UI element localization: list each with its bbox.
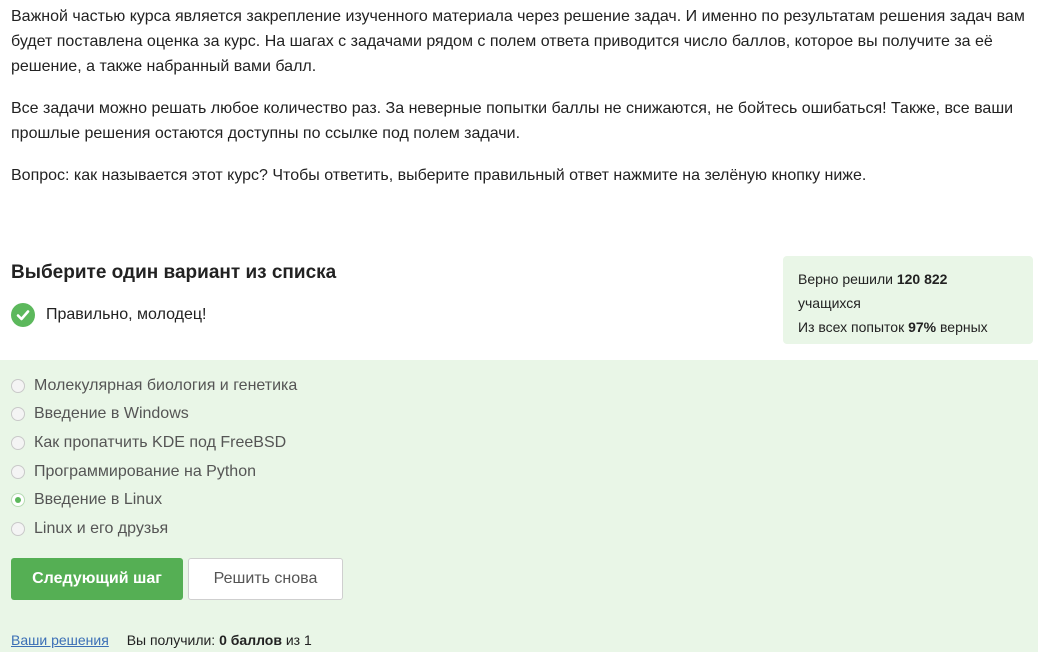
your-solutions-link[interactable]: Ваши решения bbox=[11, 632, 109, 648]
option-label: Программирование на Python bbox=[34, 463, 256, 480]
stats-solved: Верно решили 120 822 учащихся bbox=[798, 267, 1018, 315]
stats-attempts-prefix: Из всех попыток bbox=[798, 319, 905, 335]
option-label: Linux и его друзья bbox=[34, 520, 169, 537]
lesson-question: Вопрос: как называется этот курс? Чтобы … bbox=[11, 167, 867, 184]
radio-button[interactable] bbox=[11, 379, 25, 393]
option-label: Введение в Windows bbox=[34, 405, 189, 422]
radio-button[interactable] bbox=[11, 436, 25, 450]
next-step-button[interactable]: Следующий шаг bbox=[11, 558, 183, 600]
radio-button[interactable] bbox=[11, 465, 25, 479]
option-item[interactable]: Linux и его друзья bbox=[11, 520, 168, 538]
score-value: 0 баллов bbox=[219, 632, 282, 648]
radio-dot bbox=[15, 497, 21, 503]
result-message: Правильно, молодец! bbox=[11, 303, 206, 327]
lesson-paragraph: Все задачи можно решать любое количество… bbox=[11, 100, 1014, 142]
stats-attempts-percent: 97% bbox=[908, 319, 937, 335]
lesson-paragraph: Важной частью курса является закрепление… bbox=[11, 8, 1025, 75]
stats-box: Верно решили 120 822 учащихся Из всех по… bbox=[783, 256, 1033, 344]
check-circle-icon bbox=[11, 303, 35, 327]
radio-button[interactable] bbox=[11, 522, 25, 536]
option-label: Молекулярная биология и генетика bbox=[34, 377, 298, 394]
answer-panel: Молекулярная биология и генетика Введени… bbox=[0, 360, 1038, 652]
result-text: Правильно, молодец! bbox=[46, 306, 207, 323]
option-item-selected[interactable]: Введение в Linux bbox=[11, 491, 162, 509]
option-label: Введение в Linux bbox=[34, 491, 163, 508]
score-prefix: Вы получили: bbox=[126, 632, 216, 648]
stats-attempts-suffix: верных bbox=[940, 319, 988, 335]
retry-button[interactable]: Решить снова bbox=[188, 558, 343, 600]
stats-solved-prefix: Верно решили bbox=[798, 271, 893, 287]
quiz-title: Выберите один вариант из списка bbox=[11, 262, 337, 283]
radio-button-checked[interactable] bbox=[11, 493, 25, 507]
option-item[interactable]: Молекулярная биология и генетика bbox=[11, 377, 297, 395]
stats-solved-count: 120 822 bbox=[896, 271, 948, 287]
footer: Ваши решения Вы получили: 0 баллов из 1 bbox=[11, 632, 312, 648]
option-label: Как пропатчить KDE под FreeBSD bbox=[34, 434, 287, 451]
stats-solved-suffix: учащихся bbox=[798, 295, 861, 311]
stats-attempts: Из всех попыток 97% верных bbox=[798, 315, 1018, 339]
score-suffix: из 1 bbox=[285, 632, 312, 648]
radio-button[interactable] bbox=[11, 407, 25, 421]
lesson-text: Важной частью курса является закрепление… bbox=[11, 4, 1031, 205]
option-item[interactable]: Программирование на Python bbox=[11, 463, 256, 481]
option-item[interactable]: Как пропатчить KDE под FreeBSD bbox=[11, 434, 286, 452]
option-item[interactable]: Введение в Windows bbox=[11, 405, 189, 423]
